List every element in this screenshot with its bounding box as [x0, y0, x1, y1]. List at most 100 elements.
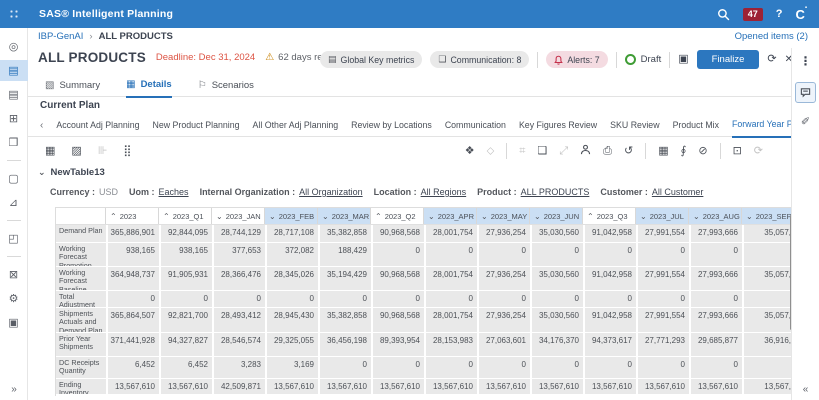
help-icon[interactable]: ?: [776, 8, 783, 20]
row-header[interactable]: Prior Year Shipments: [56, 333, 106, 356]
data-cell[interactable]: 0: [424, 291, 477, 307]
column-header-2023_MAY[interactable]: ⌄2023_MAY: [477, 208, 530, 224]
sidebar-item-report[interactable]: ▢: [0, 168, 28, 189]
data-cell[interactable]: 34,176,370: [530, 333, 583, 356]
subtab-review-by-locations[interactable]: Review by Locations: [351, 114, 432, 137]
opened-items-link[interactable]: Opened items (2): [735, 31, 808, 42]
save-icon[interactable]: ▣: [678, 54, 688, 65]
data-cell[interactable]: 35,057,: [742, 225, 792, 242]
sidebar-item-history[interactable]: ◰: [0, 228, 28, 249]
collapse-caret-icon[interactable]: ⌄: [38, 167, 46, 178]
image-icon[interactable]: ▨: [71, 146, 81, 157]
annotate-icon[interactable]: ✐: [801, 115, 810, 128]
data-cell[interactable]: 364,948,737: [106, 267, 159, 290]
data-cell[interactable]: 35,194,429: [318, 267, 371, 290]
subtab-account-adj-planning[interactable]: Account Adj Planning: [56, 114, 139, 137]
sidebar-item-documents[interactable]: ▤: [0, 84, 28, 105]
data-cell[interactable]: 29,685,877: [689, 333, 742, 356]
tab-details[interactable]: ▦ Details: [126, 73, 172, 98]
data-cell[interactable]: 27,993,666: [689, 225, 742, 242]
search-icon[interactable]: [717, 8, 730, 21]
tags-icon[interactable]: ❖: [465, 146, 475, 157]
finalize-button[interactable]: Finalize: [697, 50, 760, 69]
column-header-2023_Q2[interactable]: ⌃2023_Q2: [371, 208, 424, 224]
data-cell[interactable]: [742, 243, 792, 266]
comment-icon[interactable]: ❑: [537, 146, 547, 157]
comments-panel-button[interactable]: [795, 82, 816, 103]
subtab-new-product-planning[interactable]: New Product Planning: [153, 114, 240, 137]
caret-down-icon[interactable]: ⌄: [322, 212, 329, 221]
column-header-2023_Q3[interactable]: ⌃2023_Q3: [583, 208, 636, 224]
data-cell[interactable]: 92,821,700: [159, 308, 212, 332]
data-cell[interactable]: 13,567,610: [636, 379, 689, 394]
row-header[interactable]: Shipments Actuals and Demand Plan: [56, 308, 106, 332]
user-icon[interactable]: [580, 144, 591, 158]
data-cell[interactable]: 27,991,554: [636, 225, 689, 242]
data-cell[interactable]: 0: [689, 291, 742, 307]
table-title[interactable]: ⌄ NewTable13: [38, 167, 105, 178]
caret-down-icon[interactable]: ⌄: [269, 212, 276, 221]
data-cell[interactable]: 27,991,554: [636, 267, 689, 290]
data-cell[interactable]: 35,030,560: [530, 308, 583, 332]
data-cell[interactable]: 27,936,254: [477, 267, 530, 290]
data-cell[interactable]: 13,567,610: [318, 379, 371, 394]
data-cell[interactable]: 13,567,610: [583, 379, 636, 394]
data-cell[interactable]: 35,382,858: [318, 225, 371, 242]
data-cell[interactable]: 92,844,095: [159, 225, 212, 242]
data-cell[interactable]: 3,283: [212, 357, 265, 378]
column-header-2023_JAN[interactable]: ⌄2023_JAN: [212, 208, 265, 224]
data-cell[interactable]: 0: [424, 243, 477, 266]
row-header[interactable]: DC Receipts Quantity: [56, 357, 106, 378]
data-cell[interactable]: 0: [477, 291, 530, 307]
data-cell[interactable]: 91,042,958: [583, 267, 636, 290]
data-cell[interactable]: 0: [636, 243, 689, 266]
data-cell[interactable]: 91,042,958: [583, 225, 636, 242]
data-cell[interactable]: 6,452: [159, 357, 212, 378]
data-cell[interactable]: 28,153,983: [424, 333, 477, 356]
data-cell[interactable]: 0: [689, 357, 742, 378]
data-cell[interactable]: 371,441,928: [106, 333, 159, 356]
data-cell[interactable]: 27,063,601: [477, 333, 530, 356]
data-cell[interactable]: 0: [530, 243, 583, 266]
export-icon[interactable]: ⊡: [733, 146, 742, 157]
data-cell[interactable]: 365,886,901: [106, 225, 159, 242]
row-header[interactable]: Working Forecast Baseline: [56, 267, 106, 290]
filter-value-uom[interactable]: Eaches: [159, 187, 189, 197]
data-cell[interactable]: 0: [318, 357, 371, 378]
column-header-2023_AUG[interactable]: ⌄2023_AUG: [689, 208, 742, 224]
filter-value-customer[interactable]: All Customer: [652, 187, 704, 197]
data-cell[interactable]: 0: [583, 291, 636, 307]
data-cell[interactable]: 0: [530, 357, 583, 378]
caret-up-icon[interactable]: ⌃: [587, 212, 594, 221]
sidebar-expand-icon[interactable]: »: [0, 384, 28, 395]
caret-down-icon[interactable]: ⌄: [428, 212, 435, 221]
sidebar-item-data-settings[interactable]: ⚙: [0, 288, 28, 309]
draft-status[interactable]: Draft: [625, 54, 662, 65]
caret-up-icon[interactable]: ⌃: [375, 212, 382, 221]
table-icon[interactable]: ▦: [658, 146, 668, 157]
caret-down-icon[interactable]: ⌄: [534, 212, 541, 221]
data-cell[interactable]: 36,916,: [742, 333, 792, 356]
data-cell[interactable]: 89,393,954: [371, 333, 424, 356]
filter-value-organization[interactable]: All Organization: [299, 187, 363, 197]
data-cell[interactable]: 28,366,476: [212, 267, 265, 290]
data-cell[interactable]: [742, 291, 792, 307]
column-header-2023_SEP[interactable]: ⌄2023_SEP: [742, 208, 792, 224]
caret-up-icon[interactable]: ⌃: [110, 212, 117, 221]
block-icon[interactable]: ⊘: [698, 146, 707, 157]
sidebar-item-tasks[interactable]: ▣: [0, 312, 28, 333]
refresh-icon[interactable]: ⟳: [767, 54, 776, 65]
caret-down-icon[interactable]: ⌄: [216, 212, 223, 221]
profile-avatar[interactable]: C▪: [795, 7, 807, 22]
data-cell[interactable]: 42,509,871: [212, 379, 265, 394]
sidebar-item-assistant[interactable]: ◎: [0, 36, 28, 57]
data-cell[interactable]: 13,567,610: [106, 379, 159, 394]
data-cell[interactable]: 938,165: [106, 243, 159, 266]
caret-up-icon[interactable]: ⌃: [163, 212, 170, 221]
tab-summary[interactable]: ▧ Summary: [45, 74, 100, 97]
data-cell[interactable]: 35,030,560: [530, 225, 583, 242]
data-cell[interactable]: 0: [371, 357, 424, 378]
data-cell[interactable]: 90,968,568: [371, 267, 424, 290]
data-cell[interactable]: 13,567,610: [159, 379, 212, 394]
filter-value-location[interactable]: All Regions: [421, 187, 467, 197]
